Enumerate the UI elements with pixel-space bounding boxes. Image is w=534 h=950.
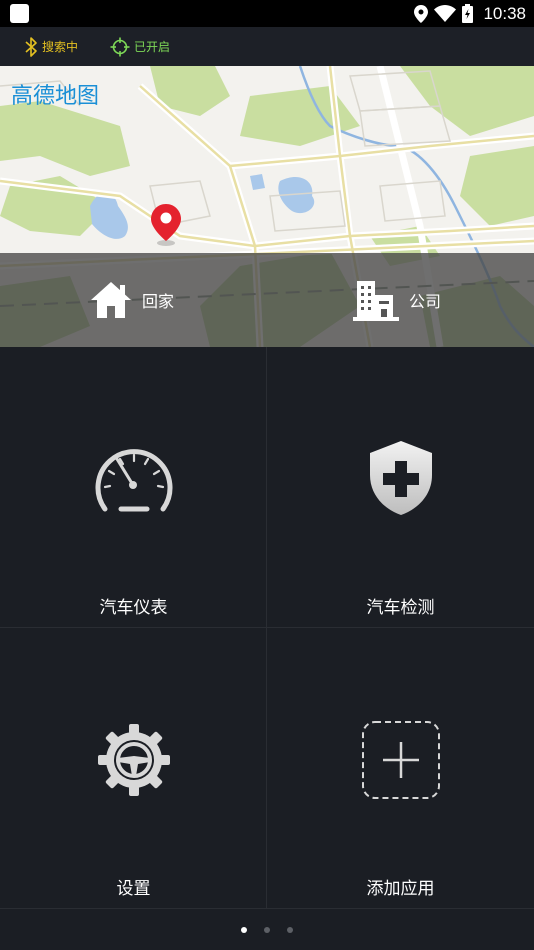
go-company-label: 公司 — [409, 292, 442, 311]
app-tile-dashboard[interactable]: 汽车仪表 — [0, 347, 267, 628]
gps-status-label: 已开启 — [134, 40, 171, 54]
app-label: 添加应用 — [366, 879, 435, 899]
location-icon — [414, 4, 429, 23]
map-widget[interactable]: 高德地图 回家 公司 — [0, 66, 534, 347]
home-icon — [91, 282, 131, 318]
bluetooth-status[interactable]: 搜索中 — [24, 27, 78, 66]
page-dot[interactable] — [264, 927, 270, 933]
go-home-label: 回家 — [142, 292, 175, 311]
app-grid: 汽车仪表 汽车检测 设置 添加应用 — [0, 347, 534, 910]
go-home-button[interactable]: 回家 — [90, 253, 174, 347]
location-pin-icon — [151, 204, 181, 246]
bluetooth-status-label: 搜索中 — [42, 40, 79, 54]
clock: 10:38 — [483, 3, 526, 23]
bluetooth-icon — [25, 36, 37, 57]
page-indicator — [0, 910, 534, 950]
shield-plus-icon — [369, 441, 432, 515]
steering-gear-icon — [97, 724, 170, 796]
app-label: 设置 — [116, 879, 151, 899]
battery-icon — [462, 4, 474, 23]
app-tile-add[interactable]: 添加应用 — [267, 628, 534, 909]
map-shortcuts-bar: 回家 公司 — [0, 253, 534, 347]
app-icon — [10, 4, 29, 23]
page-dot[interactable] — [241, 927, 247, 933]
page-dot[interactable] — [287, 927, 293, 933]
crosshair-icon — [110, 37, 130, 56]
go-company-button[interactable]: 公司 — [353, 253, 441, 347]
app-label: 汽车仪表 — [99, 598, 168, 618]
map-app-title[interactable]: 高德地图 — [11, 78, 99, 110]
wifi-icon — [434, 5, 457, 22]
app-label: 汽车检测 — [366, 598, 435, 618]
status-bar: 10:38 — [0, 0, 534, 27]
status-icons: 10:38 — [414, 0, 526, 27]
gps-status[interactable]: 已开启 — [110, 27, 170, 66]
speedometer-icon — [95, 449, 172, 512]
connection-bar: 搜索中 已开启 — [0, 27, 534, 66]
app-tile-settings[interactable]: 设置 — [0, 628, 267, 909]
add-app-icon — [361, 721, 440, 799]
building-icon — [353, 281, 399, 321]
app-tile-vehicle-check[interactable]: 汽车检测 — [267, 347, 534, 628]
